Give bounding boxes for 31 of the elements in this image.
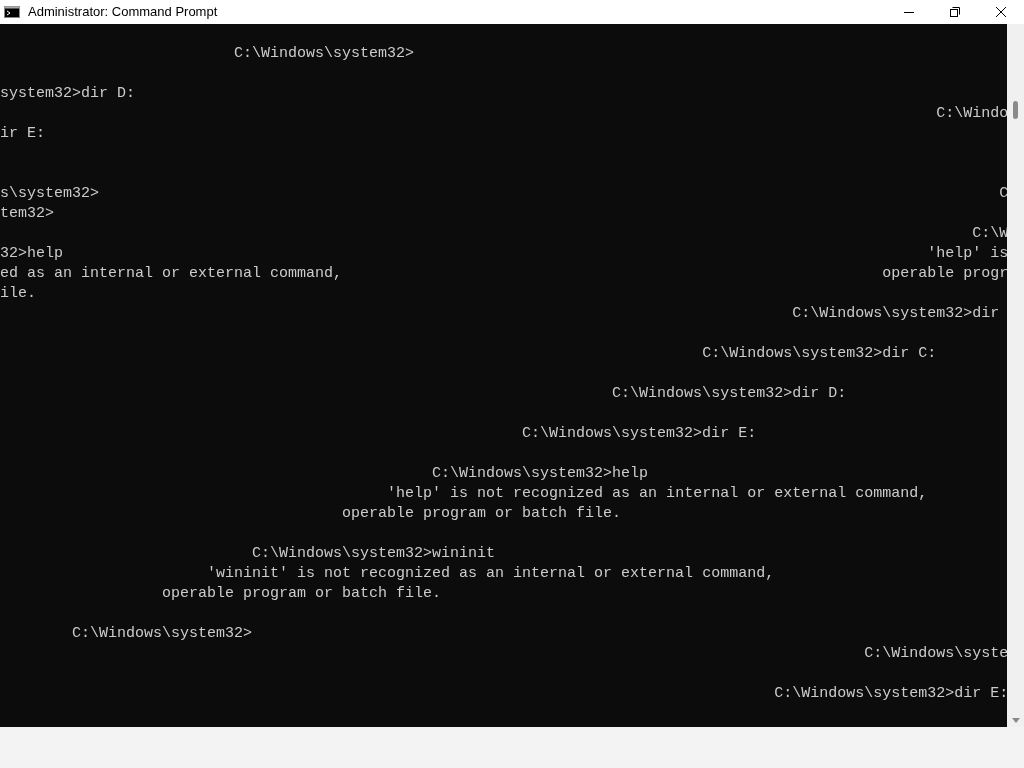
console-text: C:\Windows\system32>dir D: — [612, 385, 847, 402]
console-text: C:\Windo — [936, 105, 1007, 122]
console-text: C:\Windows\system32>wininit — [252, 545, 496, 562]
console-text: C:\Windows\system32>dir — [792, 305, 1000, 322]
console-text: ile. — [0, 285, 36, 302]
console-text: tem32> — [0, 205, 54, 222]
console-text: ed as an internal or external command, — [0, 265, 343, 282]
console-text: C:\Windows\system32>dir E: — [774, 685, 1007, 702]
console-text: 'help' is — [927, 245, 1007, 262]
scrollbar-thumb[interactable] — [1013, 101, 1018, 119]
console-text: 'wininit' is not recognized as an internal or external command, — [207, 565, 775, 582]
window-title: Administrator: Command Prompt — [28, 3, 218, 22]
console-text: operable program or batch file. — [162, 585, 442, 602]
restore-icon — [950, 7, 960, 17]
console-text: C:\Windows\system32>dir E: — [522, 425, 757, 442]
console-app-icon — [4, 6, 20, 18]
console-text: s\system32> — [0, 185, 100, 202]
console-text: operable program or batch file. — [342, 505, 622, 522]
console-text: C — [999, 185, 1007, 202]
console-text: C:\Windows\system32>help — [432, 465, 649, 482]
console-text: 'help' is not recognized as an internal or external command, — [387, 485, 928, 502]
console-text: C:\Windows\system32> — [234, 45, 415, 62]
close-icon — [996, 7, 1006, 17]
console-text: C:\Windows\system32>dir C: — [702, 345, 937, 362]
scroll-down-icon[interactable] — [1012, 718, 1020, 723]
console-text: C:\Windows\system32> — [72, 625, 253, 642]
console-text: operable progr — [882, 265, 1007, 282]
console-text: ir E: — [0, 125, 45, 142]
console-text: C:\Windows\syste — [864, 645, 1007, 662]
console-text: 32>help — [0, 245, 63, 262]
console-text: system32>dir D: — [0, 85, 136, 102]
